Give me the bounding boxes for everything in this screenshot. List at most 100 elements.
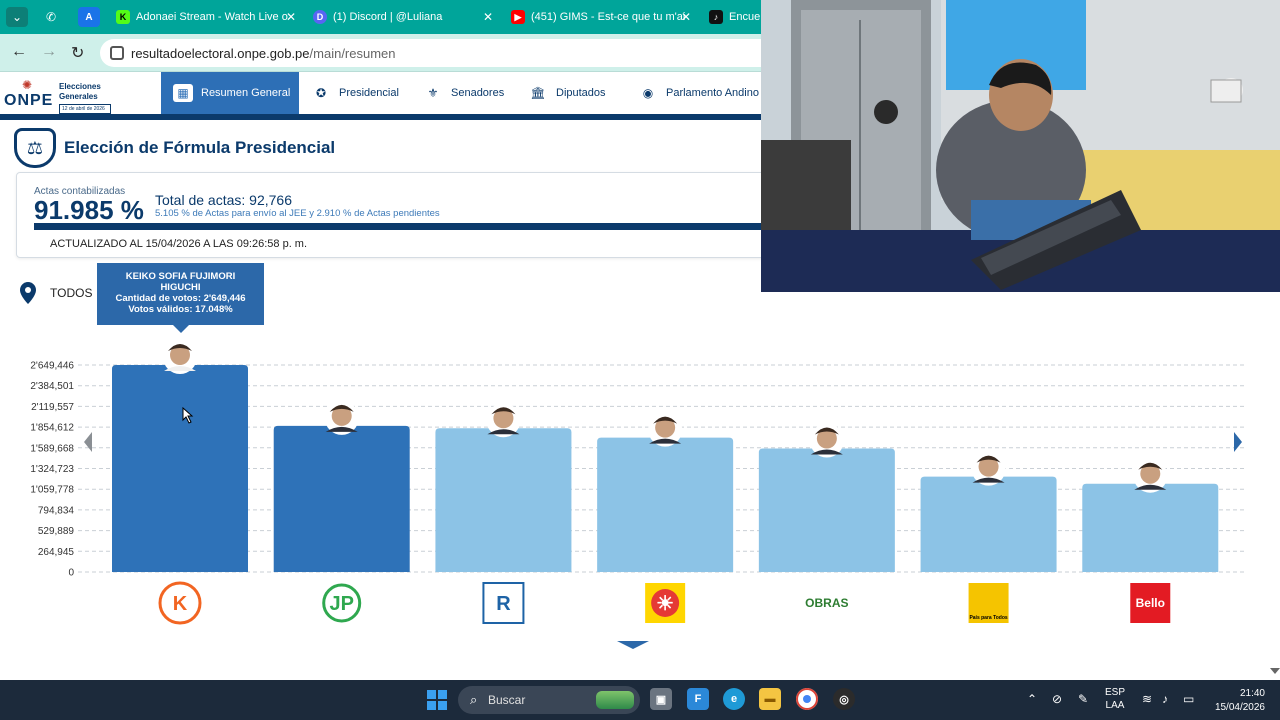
tray-chevron-icon[interactable]: ⌃	[1027, 692, 1037, 706]
task-view-icon[interactable]: ▣	[650, 688, 672, 710]
tab-tiktok[interactable]: ♪ Encuen	[709, 4, 769, 30]
search-highlight-icon	[596, 691, 634, 709]
wifi-icon[interactable]: ≋	[1142, 692, 1152, 706]
y-tick-label: 2'649,446	[30, 361, 74, 372]
party-logo-text: K	[173, 593, 188, 615]
whatsapp-icon[interactable]: ✆	[40, 7, 62, 27]
chart-bar[interactable]	[597, 437, 734, 572]
youtube-icon: ▶	[511, 10, 525, 24]
y-tick-label: 264,945	[38, 547, 75, 558]
party-logo-text: ☀	[656, 593, 674, 615]
senate-icon: ⚜	[427, 86, 439, 100]
chart-bar[interactable]	[435, 428, 572, 572]
actas-summary-card: Actas contabilizadas 91.985 % Total de a…	[16, 172, 776, 258]
grid-icon: ▦	[173, 84, 193, 102]
y-tick-label: 1'324,723	[30, 464, 74, 475]
candidate-tooltip: KEIKO SOFIA FUJIMORI HIGUCHI Cantidad de…	[97, 263, 264, 333]
onpe-logo[interactable]: ✺ ONPE Elecciones Generales 12 de abril d…	[4, 78, 154, 118]
actas-progress-bar	[34, 223, 776, 230]
windows-taskbar: ⌕ Buscar ▣ F e ▬ ◎ ⌃ ⊘ ✎ ESP LAA ≋ ♪ ▭ 21…	[0, 680, 1280, 720]
search-label: Buscar	[488, 693, 526, 707]
chart-prev-arrow-icon[interactable]	[84, 432, 92, 452]
tab-search-button[interactable]: ⌄	[6, 7, 28, 27]
site-info-icon[interactable]	[110, 46, 124, 60]
party-logo-text: JP	[329, 593, 353, 615]
edge-icon[interactable]: e	[723, 688, 745, 710]
total-actas: Total de actas: 92,766	[155, 192, 292, 208]
tiktok-icon: ♪	[709, 10, 723, 24]
tab-label: (451) GIMS - Est-ce que tu m'ai	[531, 11, 686, 23]
webcam-overlay	[761, 0, 1280, 292]
tab-youtube[interactable]: ▶ (451) GIMS - Est-ce que tu m'ai ✕	[511, 4, 691, 30]
coat-of-arms-icon: ⚖	[14, 128, 56, 168]
nav-label: Presidencial	[339, 87, 399, 99]
taskbar-search[interactable]: ⌕ Buscar	[458, 686, 640, 714]
logo-election-name: Elecciones Generales	[59, 82, 101, 101]
nav-resumen-general[interactable]: ▦ Resumen General	[161, 72, 299, 114]
y-tick-label: 529,889	[38, 526, 75, 537]
location-pin-icon	[20, 282, 36, 304]
obs-icon[interactable]: ◎	[833, 688, 855, 710]
discord-icon: D	[313, 10, 327, 24]
back-arrow-icon[interactable]: ←	[11, 43, 27, 61]
seal-icon: ✪	[315, 86, 327, 100]
tab-adonaei[interactable]: K Adonaei Stream - Watch Live o ✕	[116, 4, 296, 30]
chart-bar[interactable]	[273, 425, 410, 572]
party-logo-text: R	[496, 593, 511, 615]
nav-diputados[interactable]: 🏛 Diputados	[516, 72, 626, 114]
close-icon[interactable]: ✕	[286, 10, 296, 24]
votes-bar-chart: 0 264,945 529,889 794,834 1'059,778 1'324,723…	[30, 340, 1244, 625]
file-explorer-icon[interactable]: ▬	[759, 688, 781, 710]
page-title-row: ⚖ Elección de Fórmula Presidencial	[14, 128, 335, 168]
location-filter[interactable]: TODOS	[20, 282, 92, 304]
expand-down-icon[interactable]	[617, 641, 649, 649]
party-logo-text: País para Todos	[969, 615, 1007, 621]
logo-text: ONPE	[4, 92, 54, 109]
nav-label: Diputados	[556, 87, 606, 99]
close-icon[interactable]: ✕	[483, 10, 493, 24]
chart-next-arrow-icon[interactable]	[1234, 432, 1242, 452]
actas-percent: 91.985 %	[34, 195, 144, 225]
chrome-icon[interactable]	[796, 688, 818, 710]
tooltip-name-1: KEIKO SOFIA FUJIMORI	[125, 271, 236, 282]
pinned-tab-icon[interactable]: A	[78, 7, 100, 27]
location-label: TODOS	[50, 286, 93, 300]
forward-arrow-icon[interactable]: →	[41, 43, 57, 61]
network-off-icon[interactable]: ⊘	[1052, 692, 1062, 706]
language-indicator[interactable]: ESP LAA	[1105, 686, 1125, 712]
pen-icon[interactable]: ✎	[1078, 692, 1088, 706]
tab-label: Adonaei Stream - Watch Live o	[136, 11, 288, 23]
nav-parlamento-andino[interactable]: ◉ Parlamento Andino	[626, 72, 766, 114]
nav-senadores[interactable]: ⚜ Senadores	[411, 72, 516, 114]
app-f-icon[interactable]: F	[687, 688, 709, 710]
webcam-image	[761, 0, 1280, 292]
chart-bar[interactable]	[758, 448, 895, 572]
close-icon[interactable]: ✕	[681, 10, 691, 24]
y-tick-label: 2'384,501	[30, 381, 74, 392]
tab-discord[interactable]: D (1) Discord | @Luliana ✕	[313, 4, 493, 30]
actas-subtext: 5.105 % de Actas para envío al JEE y 2.9…	[155, 208, 440, 219]
y-tick-label: 1'589,668	[30, 443, 74, 454]
battery-icon[interactable]: ▭	[1183, 692, 1194, 706]
tooltip-name-2: HIGUCHI	[160, 282, 201, 293]
y-tick-label: 2'119,557	[31, 402, 74, 413]
y-tick-label: 0	[68, 568, 74, 579]
chart-bar[interactable]	[1082, 483, 1219, 572]
scroll-down-icon[interactable]	[1270, 668, 1280, 674]
windows-start-icon[interactable]	[427, 690, 447, 710]
party-logo-text: Bello	[1136, 596, 1165, 610]
tooltip-valid: Votos válidos: 17.048%	[128, 304, 233, 315]
chart-bar[interactable]	[112, 365, 248, 572]
volume-icon[interactable]: ♪	[1162, 692, 1168, 706]
url-path: /main/resumen	[309, 46, 396, 61]
logo-date: 12 de abril de 2026	[59, 104, 111, 114]
logo-burst-icon: ✺	[22, 78, 33, 92]
chart-bar[interactable]	[920, 476, 1057, 572]
tooltip-votes: Cantidad de votos: 2'649,446	[115, 293, 246, 304]
y-tick-label: 794,834	[38, 505, 75, 516]
search-icon: ⌕	[470, 692, 478, 707]
clock[interactable]: 21:40 15/04/2026	[1210, 687, 1265, 715]
screen-root: { "browser": { "tabs": [ {"label": "Adon…	[0, 0, 1280, 720]
reload-icon[interactable]: ↻	[71, 43, 84, 63]
nav-presidencial[interactable]: ✪ Presidencial	[299, 72, 411, 114]
